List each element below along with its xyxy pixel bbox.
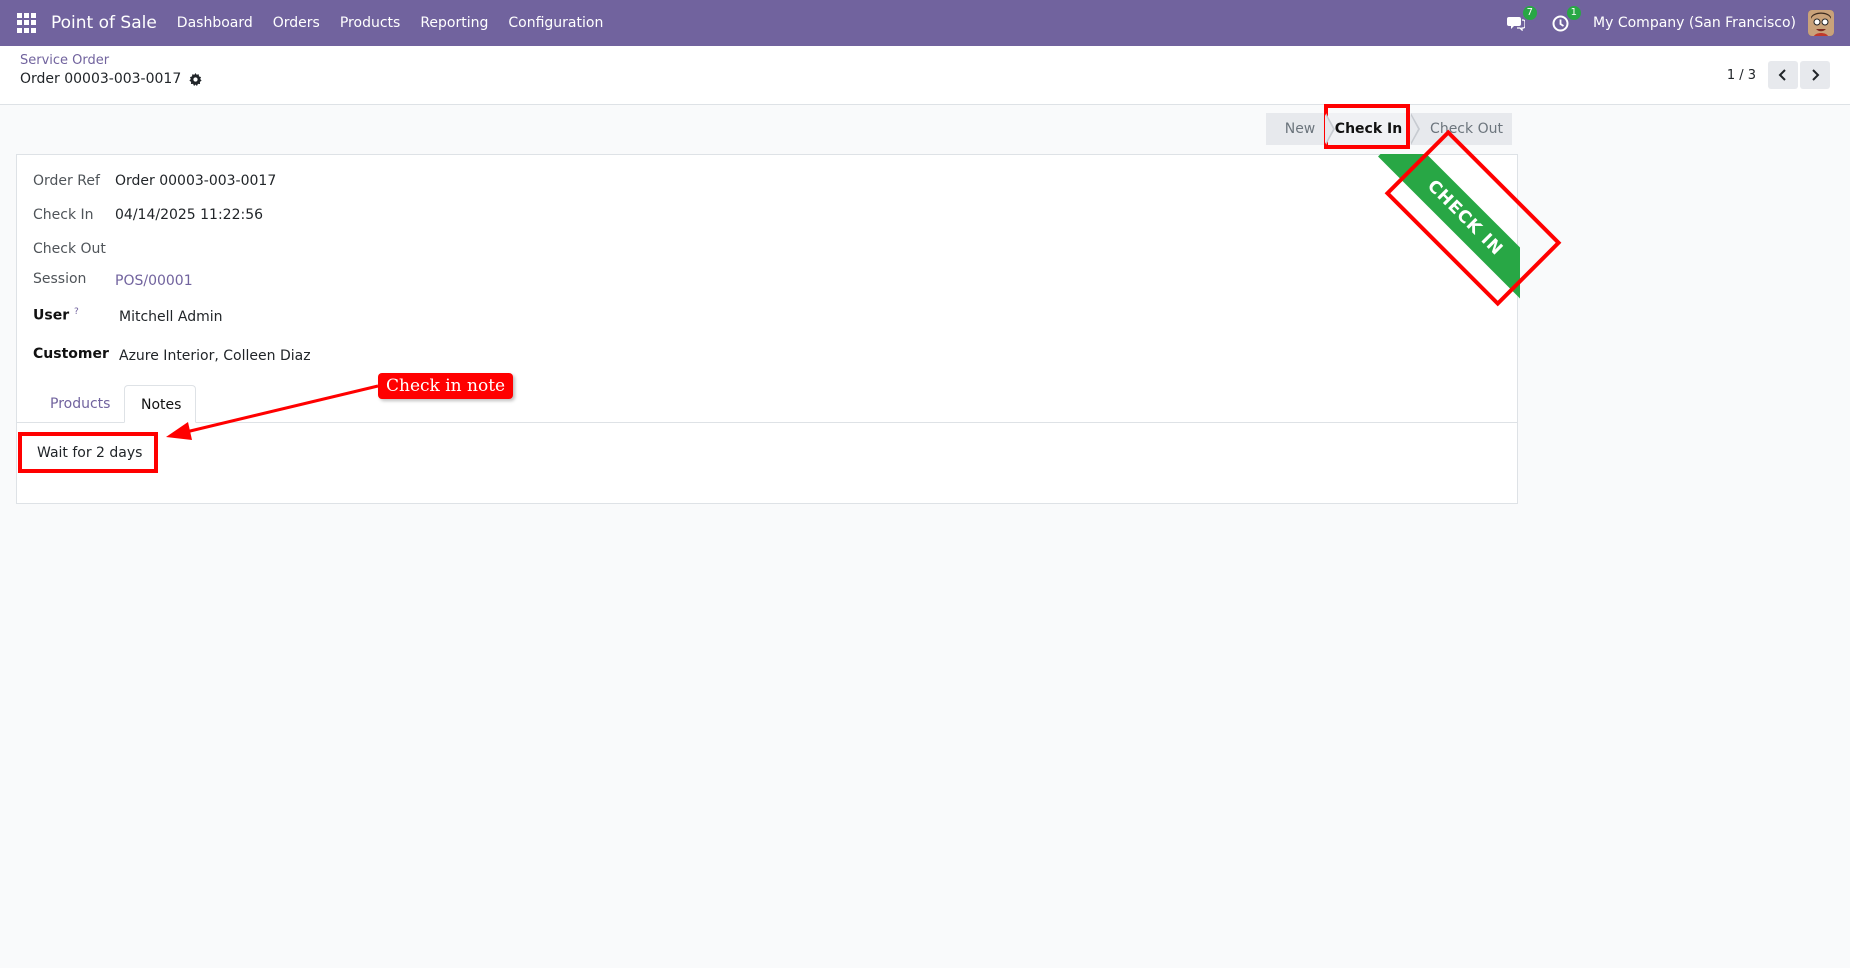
activity-clock-icon[interactable]: 1 bbox=[1549, 6, 1582, 34]
field-order-ref: Order Ref Order 00003-003-0017 bbox=[33, 173, 276, 189]
ribbon-label: CHECK IN bbox=[1378, 154, 1520, 304]
note-text[interactable]: Wait for 2 days bbox=[37, 445, 142, 461]
activities-badge: 1 bbox=[1566, 6, 1582, 20]
user-avatar[interactable] bbox=[1808, 10, 1834, 36]
status-ribbon: CHECK IN bbox=[1372, 154, 1520, 304]
app-name[interactable]: Point of Sale bbox=[51, 13, 157, 33]
menu-orders[interactable]: Orders bbox=[263, 0, 330, 46]
stage-check-out-label: Check Out bbox=[1430, 121, 1503, 137]
control-panel: Service Order Order 00003-003-0017 1 / 3 bbox=[0, 46, 1850, 105]
messages-badge: 7 bbox=[1522, 6, 1538, 20]
pager-value[interactable]: 1 / 3 bbox=[1727, 68, 1756, 83]
chevron-left-icon bbox=[1778, 69, 1786, 81]
pager-previous-button[interactable] bbox=[1768, 61, 1798, 89]
order-ref-value[interactable]: Order 00003-003-0017 bbox=[115, 173, 276, 189]
app-grid-icon[interactable] bbox=[17, 13, 37, 33]
pager-next-button[interactable] bbox=[1800, 61, 1830, 89]
pager: 1 / 3 bbox=[1727, 61, 1830, 89]
annotation-arrow-icon bbox=[166, 384, 379, 440]
user-label: User ? bbox=[33, 307, 79, 324]
session-link[interactable]: POS/00001 bbox=[115, 273, 193, 289]
user-value[interactable]: Mitchell Admin bbox=[119, 309, 223, 325]
main-menu: Dashboard Orders Products Reporting Conf… bbox=[167, 0, 614, 46]
stage-check-out[interactable]: Check Out bbox=[1411, 113, 1512, 145]
chevron-right-icon bbox=[1812, 69, 1820, 81]
breadcrumb[interactable]: Service Order bbox=[20, 53, 109, 68]
customer-label: Customer bbox=[33, 346, 109, 362]
top-navbar: Point of Sale Dashboard Orders Products … bbox=[0, 0, 1850, 46]
systray: 7 1 My Company (San Francisco) bbox=[1505, 0, 1850, 46]
check-in-label: Check In bbox=[33, 207, 94, 223]
company-switcher[interactable]: My Company (San Francisco) bbox=[1593, 15, 1796, 31]
field-customer: Customer Azure Interior, Colleen Diaz bbox=[33, 346, 311, 364]
field-user: User ? Mitchell Admin bbox=[33, 307, 223, 325]
record-title: Order 00003-003-0017 bbox=[20, 71, 202, 87]
statusbar: New Check In Check Out bbox=[1266, 113, 1512, 145]
messages-icon[interactable]: 7 bbox=[1505, 6, 1538, 34]
field-session: Session POS/00001 bbox=[33, 271, 193, 289]
form-sheet: Order Ref Order 00003-003-0017 Check In … bbox=[16, 154, 1518, 504]
tab-products[interactable]: Products bbox=[34, 385, 126, 423]
order-ref-label: Order Ref bbox=[33, 173, 100, 189]
record-title-text: Order 00003-003-0017 bbox=[20, 71, 182, 87]
menu-dashboard[interactable]: Dashboard bbox=[167, 0, 263, 46]
check-in-value[interactable]: 04/14/2025 11:22:56 bbox=[115, 207, 263, 223]
menu-products[interactable]: Products bbox=[330, 0, 410, 46]
check-out-label: Check Out bbox=[33, 241, 106, 257]
annotation-label: Check in note bbox=[378, 373, 514, 399]
stage-new[interactable]: New bbox=[1266, 113, 1335, 145]
stage-check-in-label: Check In bbox=[1334, 121, 1403, 137]
stage-check-in[interactable]: Check In bbox=[1326, 113, 1420, 145]
field-check-out: Check Out bbox=[33, 241, 115, 257]
menu-configuration[interactable]: Configuration bbox=[498, 0, 613, 46]
field-check-in: Check In 04/14/2025 11:22:56 bbox=[33, 207, 263, 223]
user-help-tooltip[interactable]: ? bbox=[74, 307, 79, 317]
customer-value[interactable]: Azure Interior, Colleen Diaz bbox=[119, 348, 311, 364]
gear-icon[interactable] bbox=[189, 72, 202, 86]
menu-reporting[interactable]: Reporting bbox=[410, 0, 498, 46]
stage-new-label: New bbox=[1284, 121, 1316, 137]
session-label: Session bbox=[33, 271, 87, 287]
